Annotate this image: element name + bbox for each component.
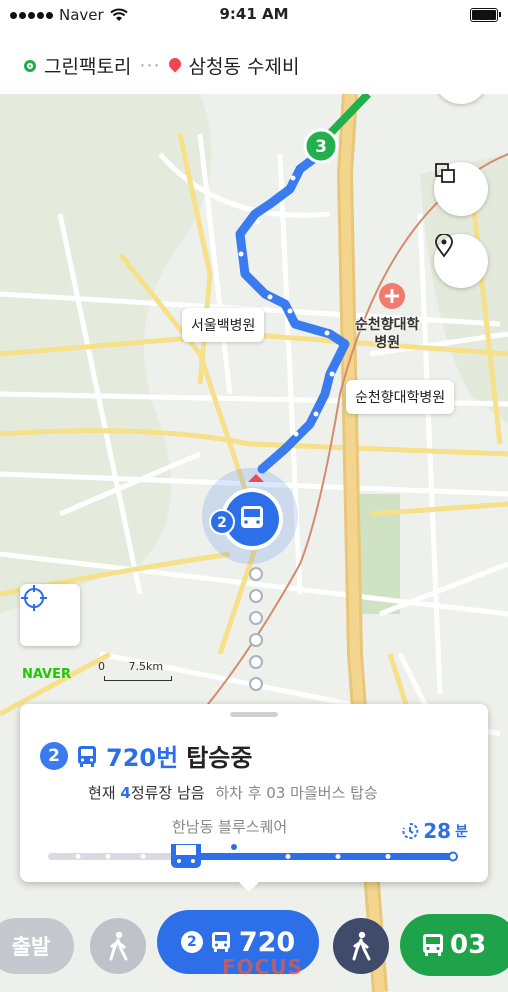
poi-label[interactable]: 순천향대학 병원 [355,316,419,352]
drag-handle[interactable] [230,712,278,717]
walking-icon [109,931,128,961]
watermark: FOCUS [222,955,303,979]
origin-dot-icon [24,59,36,72]
card-pointer [237,880,261,892]
battery-icon [470,8,501,22]
scale-zero: 0 [98,660,105,673]
current-stop-name: 한남동 블루스퀘어 [172,818,288,836]
boarding-status: 탑승중 [186,744,253,772]
origin-label: 그린팩토리 [44,56,132,78]
step-badge: 2 [40,741,68,770]
transfer-point-label: 3 [315,137,327,157]
map-pin-icon [435,234,453,258]
timer-icon [402,822,419,839]
trip-progress [48,844,458,868]
scale-bar [104,676,172,681]
map-label-hospital[interactable]: 서울백병원 [182,308,265,342]
step-route-number: 03 [450,930,487,960]
step-start[interactable]: 출발 [0,918,74,974]
crosshair-icon [21,585,47,611]
location-pin-button[interactable] [434,234,488,288]
progress-remaining [188,853,454,860]
scale-distance: 7.5km [128,660,164,673]
remaining-suffix: 정류장 남음 [130,784,205,802]
map-label-hospital[interactable]: 순천향대학병원 [346,380,455,414]
walking-icon [352,931,371,961]
map-scale: 0 7.5km [98,660,172,681]
route-summary: 그린팩토리 ··· 삼청동 수제비 [24,52,299,79]
my-location-button[interactable] [20,584,80,646]
clock: 9:41 AM [219,5,289,23]
layers-icon [435,163,455,183]
eta-unit: 분 [455,824,468,840]
bus-icon [211,932,230,952]
step-walk-1[interactable] [90,918,146,974]
destination-pin-icon [169,58,181,74]
step-start-label: 출발 [11,935,51,959]
remaining-prefix: 현재 [88,784,121,802]
eta: 28 분 [401,819,468,843]
remaining-info: 현재 4정류장 남음 하차 후 03 마을버스 탑승 [88,782,378,803]
destination-label: 삼청동 수제비 [188,56,300,78]
route-header: 그린팩토리 ··· 삼청동 수제비 [0,30,508,94]
layers-button[interactable] [434,162,488,216]
route-separator: ··· [139,54,161,77]
card-title: 2 720번 탑승중 [40,738,252,773]
destination-dot [448,851,458,862]
next-action: 하차 후 03 마을버스 탑승 [215,784,378,802]
remaining-count: 4 [120,784,131,802]
step-bus-03[interactable]: 03 [400,914,508,976]
bus-number: 720번 [106,744,179,772]
progress-done [48,853,188,860]
status-bar: Naver 9:41 AM [0,0,508,30]
bus-marker-badge-num: 2 [217,515,227,531]
eta-value: 28 [423,819,452,843]
bus-icon [423,934,443,956]
bus-marker-icon [241,506,263,528]
progress-bus-icon [171,844,201,868]
naver-logo: NAVER [22,667,72,682]
next-stop-dot [231,844,237,850]
step-badge: 2 [180,931,203,953]
bus-icon [78,745,96,767]
step-route-number: 720 [238,926,296,958]
step-walk-2[interactable] [333,918,389,974]
bus-info-card[interactable]: 2 720번 탑승중 현재 4정류장 남음 하차 후 03 마을버스 탑승 한남… [20,704,488,882]
